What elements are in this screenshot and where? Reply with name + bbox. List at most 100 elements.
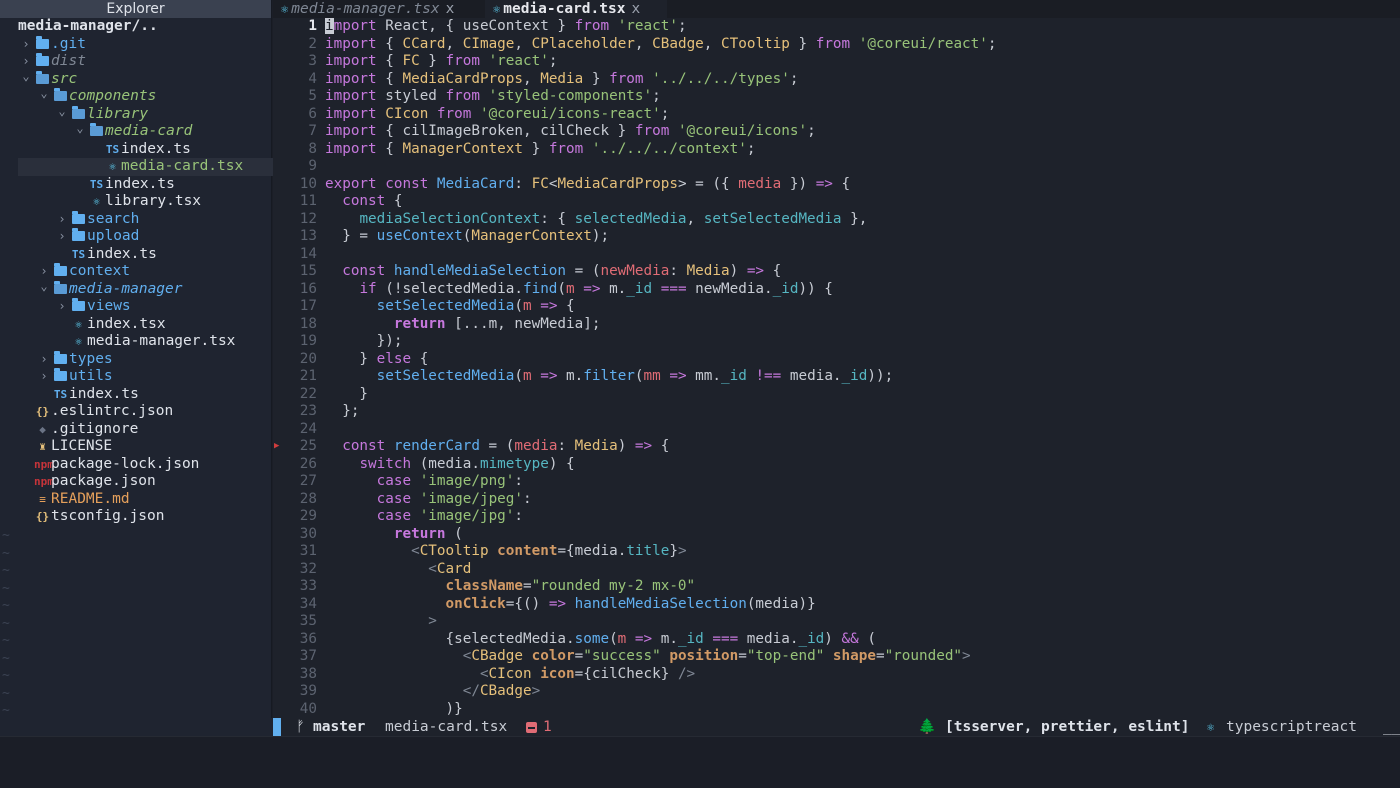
- code-line[interactable]: 16 if (!selectedMedia.find(m => m._id ==…: [273, 281, 1400, 299]
- chevron-right-icon[interactable]: ›: [54, 228, 70, 246]
- line-number: 39: [299, 683, 317, 699]
- file-item[interactable]: ⚛ media-manager.tsx: [0, 333, 271, 351]
- tree-item-label: dist: [51, 53, 86, 69]
- code-line[interactable]: 32 <Card: [273, 561, 1400, 579]
- chevron-down-icon[interactable]: ⌄: [72, 120, 88, 138]
- code-line[interactable]: 35 >: [273, 613, 1400, 631]
- chevron-down-icon[interactable]: ⌄: [54, 103, 70, 121]
- line-number: 25: [299, 438, 317, 454]
- file-item[interactable]: {} .eslintrc.json: [0, 403, 271, 421]
- react-icon: ⚛: [281, 2, 289, 16]
- code-text: mediaSelectionContext: { selectedMedia, …: [359, 210, 868, 227]
- code-line[interactable]: 23 };: [273, 403, 1400, 421]
- folder-icon: [34, 53, 51, 71]
- chevron-down-icon[interactable]: ⌄: [36, 85, 52, 103]
- code-line[interactable]: 10 export const MediaCard: FC<MediaCardPr…: [273, 176, 1400, 194]
- code-line[interactable]: 20 } else {: [273, 351, 1400, 369]
- chevron-right-icon[interactable]: ›: [54, 211, 70, 229]
- code-line[interactable]: 7 import { cilImageBroken, cilCheck } fro…: [273, 123, 1400, 141]
- file-item[interactable]: TS index.ts: [0, 246, 271, 264]
- file-item[interactable]: ◆ .gitignore: [0, 421, 271, 439]
- code-line[interactable]: 13 } = useContext(ManagerContext);: [273, 228, 1400, 246]
- explorer-root[interactable]: media-manager/..: [0, 18, 271, 36]
- error-count[interactable]: 1: [543, 718, 552, 736]
- folder-item[interactable]: ⌄ library: [0, 103, 271, 124]
- command-line[interactable]: [0, 736, 1400, 788]
- code-line[interactable]: 38 <CIcon icon={cilCheck} />: [273, 666, 1400, 684]
- code-line[interactable]: 6 import CIcon from '@coreui/icons-react'…: [273, 106, 1400, 124]
- chevron-down-icon[interactable]: ⌄: [18, 68, 34, 86]
- file-item[interactable]: TS index.ts: [0, 141, 271, 159]
- code-line[interactable]: 28 case 'image/jpeg':: [273, 491, 1400, 509]
- code-line[interactable]: 30 return (: [273, 526, 1400, 544]
- tab-active[interactable]: ⚛ media-card.tsx x: [485, 0, 667, 18]
- file-item[interactable]: ⚛ library.tsx: [0, 193, 271, 211]
- code-text: <CIcon icon={cilCheck} />: [479, 665, 696, 682]
- folder-item[interactable]: › search: [0, 210, 271, 229]
- code-line[interactable]: 24: [273, 421, 1400, 439]
- code-line[interactable]: 5 import styled from 'styled-components';: [273, 88, 1400, 106]
- close-icon[interactable]: x: [631, 1, 640, 17]
- line-number: 2: [308, 35, 317, 52]
- file-item[interactable]: TS index.ts: [0, 386, 271, 404]
- file-item[interactable]: ⚛ index.tsx: [0, 316, 271, 334]
- code-editor[interactable]: 1 import React, { useContext } from 'reac…: [273, 18, 1400, 718]
- file-item[interactable]: ♜ LICENSE: [0, 438, 271, 456]
- folder-item[interactable]: › .git: [0, 35, 271, 54]
- chevron-down-icon[interactable]: ⌄: [36, 278, 52, 296]
- folder-item[interactable]: › dist: [0, 53, 271, 71]
- code-line[interactable]: 17 setSelectedMedia(m => {: [273, 298, 1400, 316]
- close-icon[interactable]: x: [446, 1, 455, 17]
- file-item[interactable]: ≡ README.md: [0, 491, 271, 509]
- folder-item[interactable]: ⌄ media-manager: [0, 278, 271, 299]
- git-branch[interactable]: master: [313, 718, 365, 736]
- code-line[interactable]: 8 import { ManagerContext } from '../../.…: [273, 141, 1400, 159]
- typescript-icon: TS: [71, 247, 86, 261]
- code-line[interactable]: 22 }: [273, 386, 1400, 404]
- code-line[interactable]: 29 case 'image/jpg':: [273, 508, 1400, 526]
- code-line[interactable]: 37 <CBadge color="success" position="top…: [273, 648, 1400, 666]
- folder-item[interactable]: ⌄ media-card: [0, 120, 271, 141]
- file-item[interactable]: TS index.ts: [0, 176, 271, 194]
- folder-item[interactable]: › views: [0, 298, 271, 316]
- chevron-right-icon[interactable]: ›: [36, 351, 52, 369]
- code-line[interactable]: 40 )}: [273, 701, 1400, 719]
- code-line[interactable]: ▶ 25 const renderCard = (media: Media) =>…: [273, 438, 1400, 456]
- code-line[interactable]: 9: [273, 158, 1400, 176]
- code-line[interactable]: 12 mediaSelectionContext: { selectedMedi…: [273, 211, 1400, 229]
- code-text: <Card: [428, 560, 472, 577]
- file-item[interactable]: npmpackage.json: [0, 473, 271, 491]
- code-line[interactable]: 36 {selectedMedia.some(m => m._id === me…: [273, 631, 1400, 649]
- code-line[interactable]: 27 case 'image/png':: [273, 473, 1400, 491]
- code-line[interactable]: 11 const {: [273, 193, 1400, 211]
- code-line[interactable]: 14: [273, 246, 1400, 264]
- code-line[interactable]: 2 import { CCard, CImage, CPlaceholder, C…: [273, 36, 1400, 54]
- code-line[interactable]: 4 import { MediaCardProps, Media } from '…: [273, 71, 1400, 89]
- chevron-right-icon[interactable]: ›: [36, 368, 52, 386]
- file-item[interactable]: npmpackage-lock.json: [0, 456, 271, 474]
- code-line[interactable]: 34 onClick={() => handleMediaSelection(m…: [273, 596, 1400, 614]
- chevron-right-icon[interactable]: ›: [18, 36, 34, 54]
- code-text: case 'image/jpg':: [376, 508, 523, 524]
- code-line[interactable]: 18 return [...m, newMedia];: [273, 316, 1400, 334]
- code-line[interactable]: 33 className="rounded my-2 mx-0": [273, 578, 1400, 596]
- code-line[interactable]: 3 import { FC } from 'react';: [273, 53, 1400, 71]
- folder-item[interactable]: › upload: [0, 228, 271, 246]
- code-line[interactable]: 15 const handleMediaSelection = (newMedi…: [273, 263, 1400, 281]
- tree-item-label: library: [87, 105, 149, 122]
- folder-item[interactable]: ⌄ components: [0, 85, 271, 106]
- explorer-title: Explorer: [0, 0, 271, 18]
- tab-inactive[interactable]: ⚛ media-manager.tsx x: [273, 0, 483, 18]
- code-line[interactable]: 26 switch (media.mimetype) {: [273, 456, 1400, 474]
- code-line[interactable]: 21 setSelectedMedia(m => m.filter(mm => …: [273, 368, 1400, 386]
- lsp-clients: [tsserver, prettier, eslint]: [945, 719, 1190, 735]
- file-item[interactable]: ⚛ media-card.tsx: [18, 158, 281, 176]
- code-line[interactable]: 39 </CBadge>: [273, 683, 1400, 701]
- code-line[interactable]: 1 import React, { useContext } from 'reac…: [273, 18, 1400, 36]
- folder-item[interactable]: › types: [0, 350, 271, 369]
- code-line[interactable]: 19 });: [273, 333, 1400, 351]
- code-line[interactable]: 31 <CTooltip content={media.title}>: [273, 543, 1400, 561]
- file-item[interactable]: {} tsconfig.json: [0, 508, 271, 526]
- chevron-right-icon[interactable]: ›: [54, 298, 70, 316]
- folder-item[interactable]: › utils: [0, 368, 271, 386]
